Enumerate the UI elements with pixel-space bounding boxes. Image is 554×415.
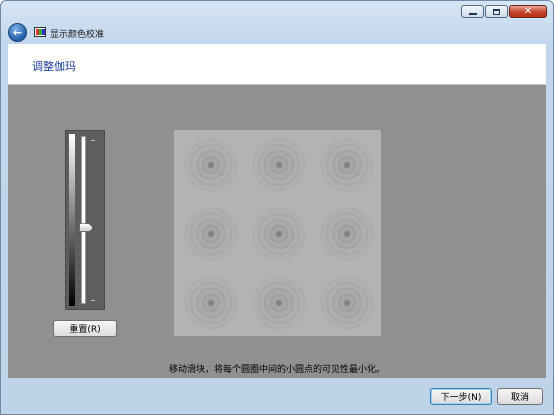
slider-thumb[interactable]	[79, 223, 93, 233]
minimize-button[interactable]	[461, 5, 484, 18]
gamma-test-circle	[320, 207, 374, 261]
calibration-window: ✕ ← 显示颜色校准 调整伽玛 重置(R) 移动滑块，将每个圆圈中间的小圆点的可…	[0, 0, 554, 415]
title-bar[interactable]: ✕	[1, 1, 553, 21]
slider-tick-top	[91, 140, 95, 141]
gamma-test-circle	[320, 138, 374, 192]
window-controls: ✕	[461, 5, 547, 18]
gamma-test-circle	[184, 207, 238, 261]
window-title: 显示颜色校准	[50, 30, 105, 40]
instruction-text: 移动滑块，将每个圆圈中间的小圆点的可见性最小化。	[168, 365, 385, 375]
maximize-button[interactable]	[485, 5, 508, 18]
gamma-test-circle	[320, 276, 374, 330]
gamma-test-circle	[252, 276, 306, 330]
page-title: 调整伽玛	[32, 60, 76, 73]
reset-button[interactable]: 重置(R)	[53, 320, 117, 337]
slider-tick-bottom	[91, 300, 95, 301]
gamma-test-circle	[252, 138, 306, 192]
slider-track[interactable]	[81, 136, 86, 304]
maximize-icon	[493, 8, 500, 15]
page-header: 调整伽玛	[8, 44, 546, 85]
next-button[interactable]: 下一步(N)	[430, 388, 492, 405]
close-icon: ✕	[523, 5, 533, 17]
minimize-icon	[468, 13, 477, 15]
cancel-button[interactable]: 取消	[497, 388, 543, 405]
close-button[interactable]: ✕	[509, 5, 547, 18]
gamma-gradient-bar	[69, 134, 75, 306]
back-arrow-icon: ←	[12, 26, 23, 39]
gamma-test-circle	[252, 207, 306, 261]
gamma-test-circle	[184, 276, 238, 330]
navigation-bar: ← 显示颜色校准	[1, 22, 553, 44]
gamma-test-circle	[184, 138, 238, 192]
gamma-slider[interactable]	[65, 130, 105, 310]
gamma-test-pattern	[174, 130, 381, 336]
display-calibration-icon	[34, 27, 46, 37]
content-area: 调整伽玛 重置(R) 移动滑块，将每个圆圈中间的小圆点的可见性最小化。	[8, 44, 546, 378]
back-button[interactable]: ←	[8, 23, 27, 42]
